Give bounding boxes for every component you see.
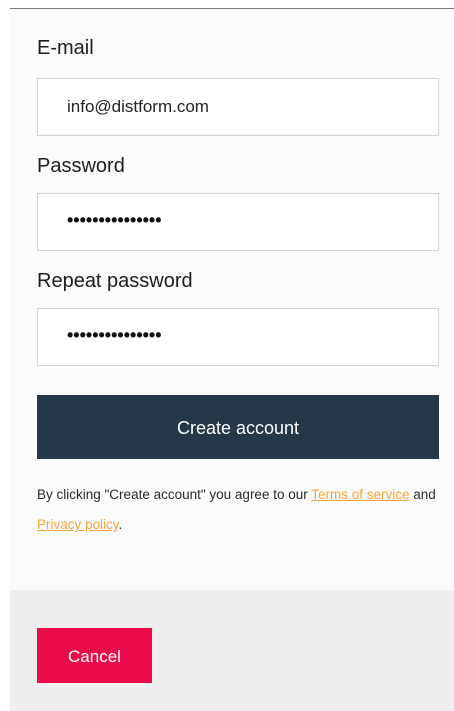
password-field[interactable]: •••••••••••••••	[37, 193, 439, 251]
repeat-password-label: Repeat password	[37, 270, 193, 292]
signup-panel: E-mail info@distform.com Password ••••••…	[0, 0, 454, 711]
password-masked-value: •••••••••••••••	[67, 210, 162, 230]
email-value: info@distform.com	[67, 97, 209, 116]
terms-notice: By clicking "Create account" you agree t…	[37, 480, 442, 540]
email-label: E-mail	[37, 37, 94, 59]
repeat-password-masked-value: •••••••••••••••	[67, 325, 162, 345]
create-account-button[interactable]: Create account	[37, 395, 439, 459]
privacy-policy-link[interactable]: Privacy policy	[37, 517, 119, 532]
cancel-button[interactable]: Cancel	[37, 628, 152, 683]
terms-notice-suffix: .	[118, 517, 123, 532]
email-field[interactable]: info@distform.com	[37, 78, 439, 136]
password-label: Password	[37, 155, 125, 177]
repeat-password-field[interactable]: •••••••••••••••	[37, 308, 439, 366]
terms-of-service-link[interactable]: Terms of service	[311, 487, 409, 502]
terms-notice-prefix: By clicking "Create account" you agree t…	[37, 487, 312, 502]
terms-notice-and: and	[409, 487, 436, 502]
